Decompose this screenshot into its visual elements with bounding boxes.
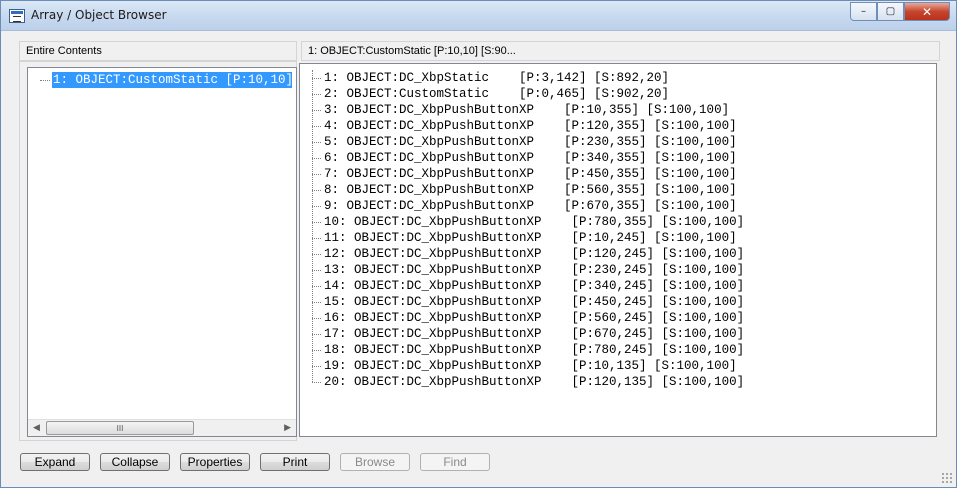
tree-connector	[312, 158, 321, 159]
list-item[interactable]: 8: OBJECT:DC_XbpPushButtonXP [P:560,355]…	[300, 182, 936, 198]
list-item-label: 10: OBJECT:DC_XbpPushButtonXP [P:780,355…	[324, 215, 745, 229]
tree-connector	[312, 366, 321, 367]
close-button[interactable]: ✕	[904, 2, 950, 21]
right-pane-header: 1: OBJECT:CustomStatic [P:10,10] [S:90..…	[301, 41, 940, 61]
list-item[interactable]: 18: OBJECT:DC_XbpPushButtonXP [P:780,245…	[300, 342, 936, 358]
minimize-button[interactable]: –	[850, 2, 877, 21]
list-item[interactable]: 15: OBJECT:DC_XbpPushButtonXP [P:450,245…	[300, 294, 936, 310]
left-tree-view[interactable]: 1: OBJECT:CustomStatic [P:10,10] [S:90..…	[27, 67, 297, 437]
left-pane-header: Entire Contents	[19, 41, 297, 61]
list-item[interactable]: 13: OBJECT:DC_XbpPushButtonXP [P:230,245…	[300, 262, 936, 278]
minimize-icon: –	[861, 6, 866, 17]
tree-connector	[312, 286, 321, 287]
list-item[interactable]: 17: OBJECT:DC_XbpPushButtonXP [P:670,245…	[300, 326, 936, 342]
list-item[interactable]: 11: OBJECT:DC_XbpPushButtonXP [P:10,245]…	[300, 230, 936, 246]
list-item-label: 7: OBJECT:DC_XbpPushButtonXP [P:450,355]…	[324, 167, 737, 181]
list-item-label: 14: OBJECT:DC_XbpPushButtonXP [P:340,245…	[324, 279, 745, 293]
close-icon: ✕	[921, 4, 933, 19]
list-item[interactable]: 7: OBJECT:DC_XbpPushButtonXP [P:450,355]…	[300, 166, 936, 182]
list-item[interactable]: 6: OBJECT:DC_XbpPushButtonXP [P:340,355]…	[300, 150, 936, 166]
list-item[interactable]: 12: OBJECT:DC_XbpPushButtonXP [P:120,245…	[300, 246, 936, 262]
right-tree-view[interactable]: 1: OBJECT:DC_XbpStatic [P:3,142] [S:892,…	[299, 63, 937, 437]
list-item-label: 5: OBJECT:DC_XbpPushButtonXP [P:230,355]…	[324, 135, 737, 149]
list-item[interactable]: 1: OBJECT:DC_XbpStatic [P:3,142] [S:892,…	[300, 70, 936, 86]
list-item-label: 3: OBJECT:DC_XbpPushButtonXP [P:10,355] …	[324, 103, 730, 117]
restore-icon: ▢	[885, 6, 896, 17]
list-item-label: 6: OBJECT:DC_XbpPushButtonXP [P:340,355]…	[324, 151, 737, 165]
tree-connector	[312, 318, 321, 319]
tree-connector	[312, 238, 321, 239]
tree-connector	[312, 78, 321, 79]
scroll-thumb[interactable]: III	[46, 421, 194, 435]
tree-connector	[312, 206, 321, 207]
tree-connector	[312, 270, 321, 271]
list-item-label: 18: OBJECT:DC_XbpPushButtonXP [P:780,245…	[324, 343, 745, 357]
scroll-left-icon[interactable]: ◀	[33, 422, 40, 433]
list-item[interactable]: 3: OBJECT:DC_XbpPushButtonXP [P:10,355] …	[300, 102, 936, 118]
resize-grip-icon[interactable]	[941, 472, 953, 484]
list-item[interactable]: 4: OBJECT:DC_XbpPushButtonXP [P:120,355]…	[300, 118, 936, 134]
tree-connector	[312, 110, 321, 111]
list-item-label: 15: OBJECT:DC_XbpPushButtonXP [P:450,245…	[324, 295, 745, 309]
list-item[interactable]: 5: OBJECT:DC_XbpPushButtonXP [P:230,355]…	[300, 134, 936, 150]
list-item-label: 13: OBJECT:DC_XbpPushButtonXP [P:230,245…	[324, 263, 745, 277]
tree-connector	[312, 174, 321, 175]
scroll-right-icon[interactable]: ▶	[284, 422, 291, 433]
list-item[interactable]: 20: OBJECT:DC_XbpPushButtonXP [P:120,135…	[300, 374, 936, 390]
tree-connector	[312, 350, 321, 351]
caption-buttons: – ▢ ✕	[850, 2, 950, 21]
object-list: 1: OBJECT:DC_XbpStatic [P:3,142] [S:892,…	[300, 70, 936, 390]
tree-connector	[312, 254, 321, 255]
scroll-grip-icon: III	[116, 423, 124, 433]
list-item-label: 4: OBJECT:DC_XbpPushButtonXP [P:120,355]…	[324, 119, 737, 133]
list-item[interactable]: 2: OBJECT:CustomStatic [P:0,465] [S:902,…	[300, 86, 936, 102]
list-item[interactable]: 9: OBJECT:DC_XbpPushButtonXP [P:670,355]…	[300, 198, 936, 214]
list-item-label: 2: OBJECT:CustomStatic [P:0,465] [S:902,…	[324, 87, 670, 101]
tree-connector	[312, 142, 321, 143]
title-bar[interactable]: Array / Object Browser – ▢ ✕	[1, 1, 956, 31]
expand-button[interactable]: Expand	[20, 453, 90, 471]
list-item[interactable]: 14: OBJECT:DC_XbpPushButtonXP [P:340,245…	[300, 278, 936, 294]
horizontal-scrollbar[interactable]: ◀ III ▶	[28, 419, 296, 436]
print-button[interactable]: Print	[260, 453, 330, 471]
tree-connector	[312, 94, 321, 95]
list-item-label: 12: OBJECT:DC_XbpPushButtonXP [P:120,245…	[324, 247, 745, 261]
list-item-label: 1: OBJECT:DC_XbpStatic [P:3,142] [S:892,…	[324, 71, 670, 85]
list-item-label: 9: OBJECT:DC_XbpPushButtonXP [P:670,355]…	[324, 199, 737, 213]
tree-connector	[40, 80, 50, 81]
tree-connector	[312, 190, 321, 191]
tree-connector	[312, 222, 321, 223]
array-object-browser-window: Array / Object Browser – ▢ ✕ Entire Cont…	[0, 0, 957, 488]
button-bar: Expand Collapse Properties Print Browse …	[1, 447, 956, 487]
list-item-label: 17: OBJECT:DC_XbpPushButtonXP [P:670,245…	[324, 327, 745, 341]
list-item[interactable]: 10: OBJECT:DC_XbpPushButtonXP [P:780,355…	[300, 214, 936, 230]
list-item-label: 20: OBJECT:DC_XbpPushButtonXP [P:120,135…	[324, 375, 745, 389]
tree-connector	[312, 382, 321, 383]
find-button[interactable]: Find	[420, 453, 490, 471]
tree-connector	[312, 302, 321, 303]
list-item[interactable]: 19: OBJECT:DC_XbpPushButtonXP [P:10,135]…	[300, 358, 936, 374]
list-item-label: 11: OBJECT:DC_XbpPushButtonXP [P:10,245]…	[324, 231, 737, 245]
list-item-label: 19: OBJECT:DC_XbpPushButtonXP [P:10,135]…	[324, 359, 737, 373]
tree-connector	[312, 126, 321, 127]
list-item-label: 16: OBJECT:DC_XbpPushButtonXP [P:560,245…	[324, 311, 745, 325]
restore-button[interactable]: ▢	[877, 2, 904, 21]
window-title: Array / Object Browser	[31, 8, 167, 22]
app-window-icon[interactable]	[9, 9, 25, 23]
list-item[interactable]: 16: OBJECT:DC_XbpPushButtonXP [P:560,245…	[300, 310, 936, 326]
tree-connector	[312, 334, 321, 335]
collapse-button[interactable]: Collapse	[100, 453, 170, 471]
properties-button[interactable]: Properties	[180, 453, 250, 471]
list-item-label: 8: OBJECT:DC_XbpPushButtonXP [P:560,355]…	[324, 183, 737, 197]
browse-button[interactable]: Browse	[340, 453, 410, 471]
tree-item-selected[interactable]: 1: OBJECT:CustomStatic [P:10,10] [S:90..…	[52, 72, 292, 88]
